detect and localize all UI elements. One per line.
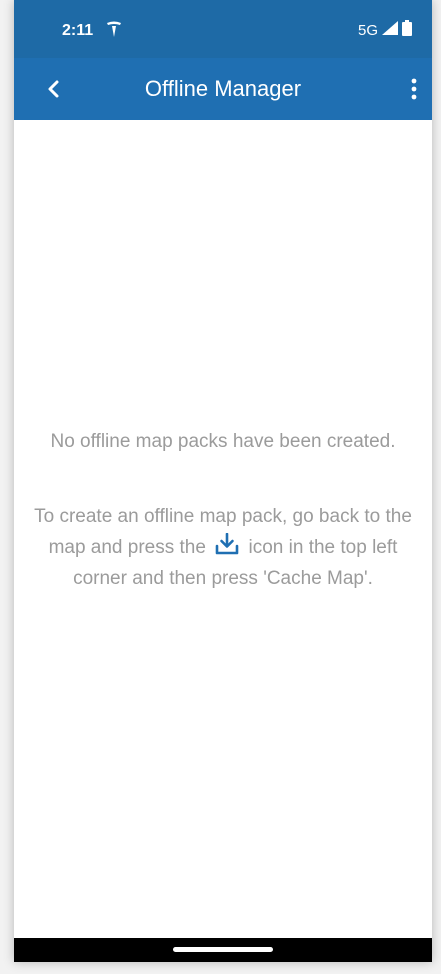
home-gesture-pill[interactable]	[173, 947, 273, 952]
empty-state-help: To create an offline map pack, go back t…	[32, 501, 414, 594]
status-right: 5G	[358, 20, 412, 40]
phone-screen: 2:11 5G Offline Manager No offline map p…	[14, 0, 432, 962]
battery-icon	[402, 20, 412, 40]
empty-state-title: No offline map packs have been created.	[50, 431, 396, 452]
more-vert-icon	[411, 78, 417, 100]
network-label: 5G	[357, 21, 378, 39]
system-nav-bar	[14, 938, 432, 962]
download-icon	[215, 532, 239, 555]
app-bar: Offline Manager	[14, 58, 432, 120]
signal-icon	[382, 21, 398, 39]
status-time: 2:11	[62, 22, 94, 39]
overflow-menu-button[interactable]	[402, 76, 426, 102]
status-bar: 2:11 5G	[14, 0, 432, 58]
content-area: No offline map packs have been created. …	[14, 120, 432, 938]
tesla-icon	[106, 20, 122, 38]
page-title: Offline Manager	[144, 76, 302, 101]
